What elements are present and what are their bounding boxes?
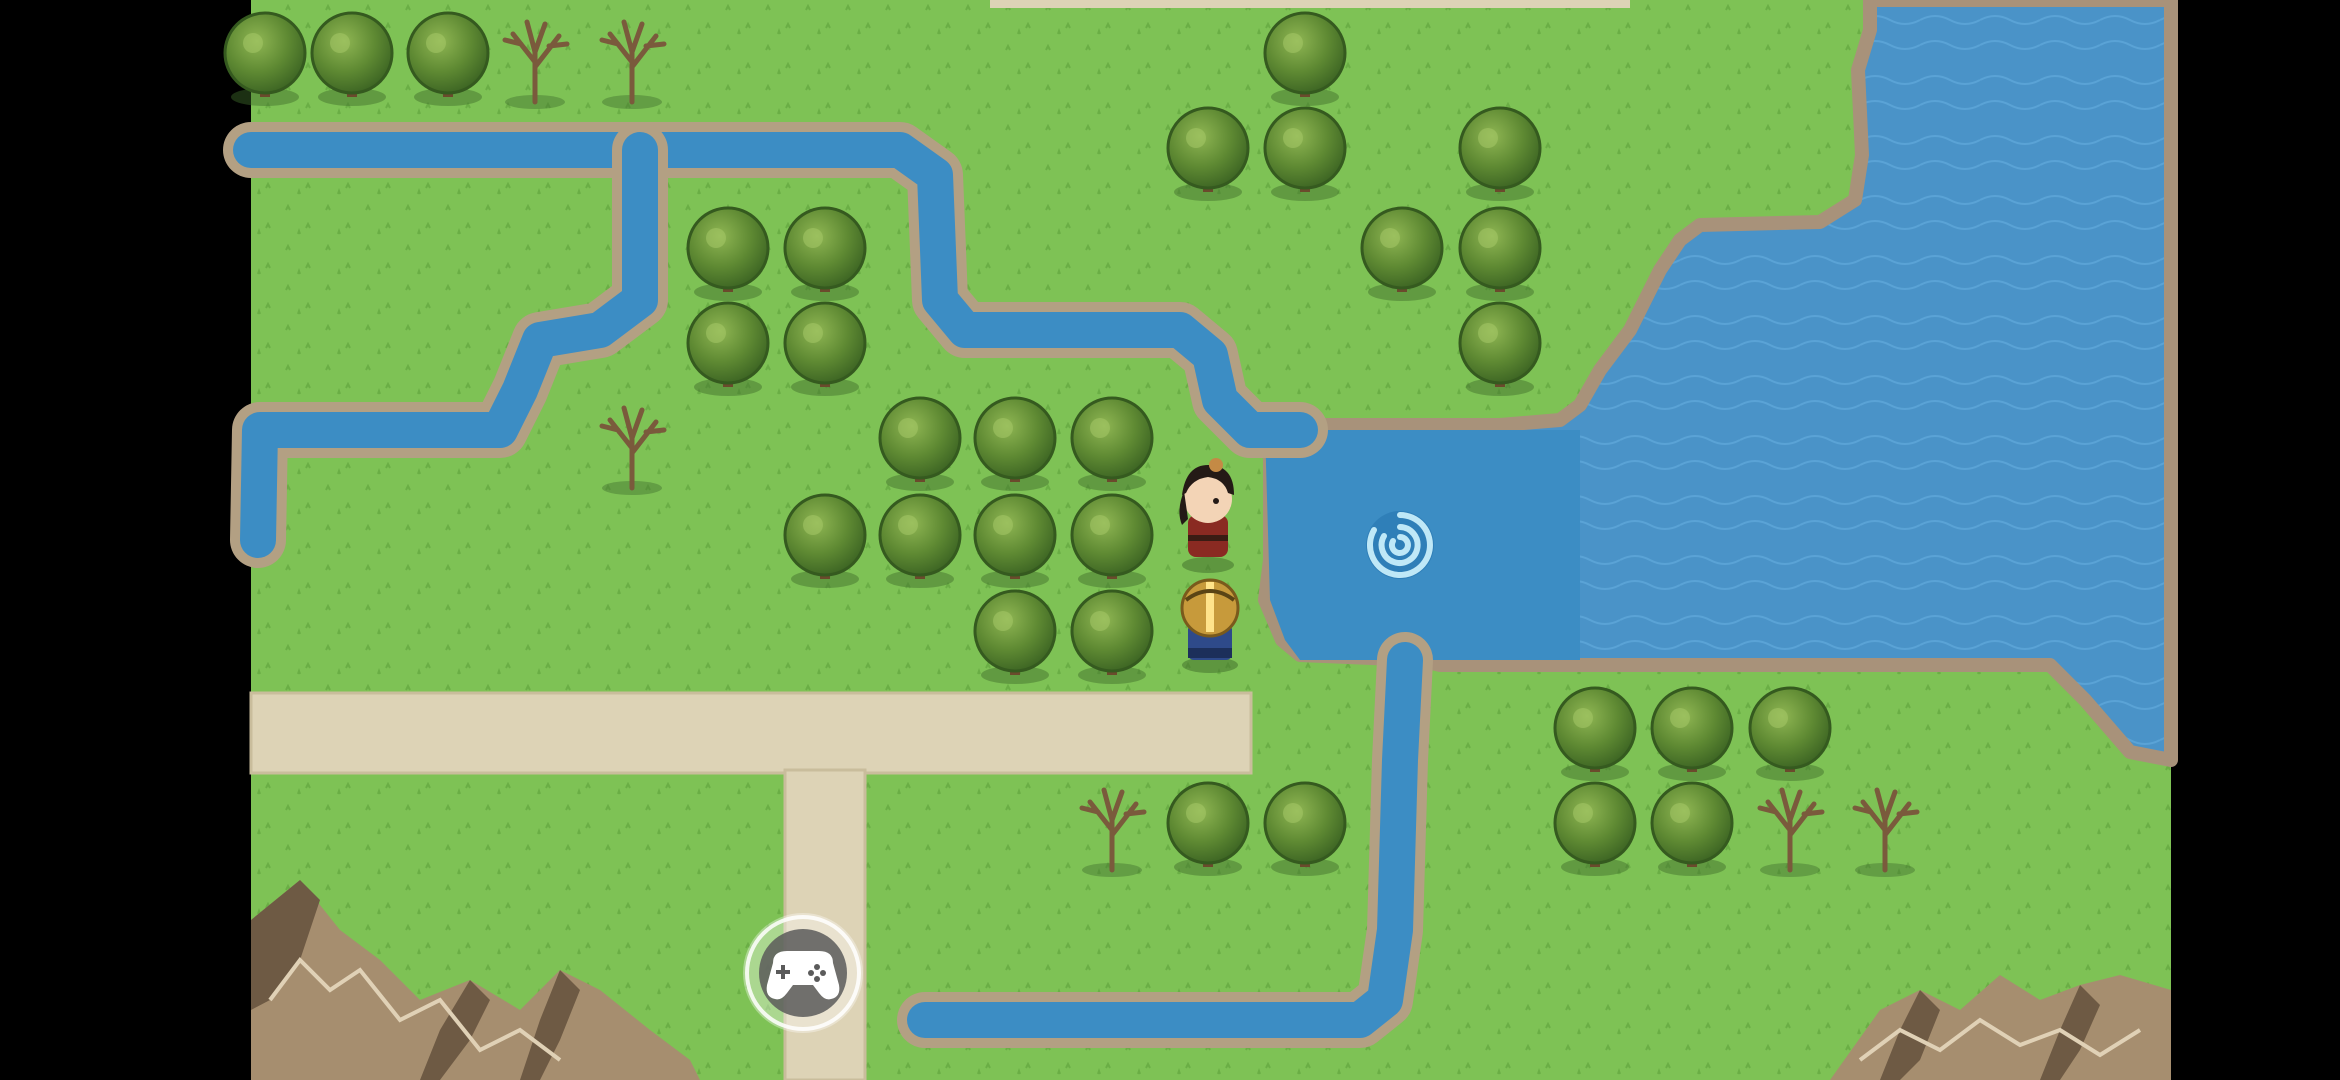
leafy-tree [310,11,394,106]
leafy-tree [1070,493,1154,588]
leafy-tree [1360,206,1444,301]
leafy-tree [783,493,867,588]
leafy-tree [1650,781,1734,876]
leafy-tree [406,11,490,106]
leafy-tree [1458,106,1542,201]
leafy-tree [783,301,867,396]
leafy-tree [223,11,307,106]
leafy-tree [878,493,962,588]
leafy-tree [1070,589,1154,684]
leafy-tree [1650,686,1734,781]
whirlpool-portal[interactable] [1366,511,1434,579]
leafy-tree [783,206,867,301]
game-screen[interactable] [0,0,2340,1080]
leafy-tree [878,396,962,491]
overworld-map[interactable] [0,0,2340,1080]
leafy-tree [1748,686,1832,781]
leafy-tree [1166,106,1250,201]
leafy-tree [973,493,1057,588]
top-path-strip [990,0,1630,8]
leafy-tree [973,396,1057,491]
leafy-tree [1263,106,1347,201]
leafy-tree [1263,781,1347,876]
virtual-gamepad-button[interactable] [743,913,863,1033]
leafy-tree [1263,11,1347,106]
leafy-tree [1070,396,1154,491]
leafy-tree [1553,686,1637,781]
leafy-tree [686,301,770,396]
leafy-tree [1553,781,1637,876]
leafy-tree [1458,206,1542,301]
leafy-tree [973,589,1057,684]
leafy-tree [1166,781,1250,876]
leafy-tree [1458,301,1542,396]
leafy-tree [686,206,770,301]
